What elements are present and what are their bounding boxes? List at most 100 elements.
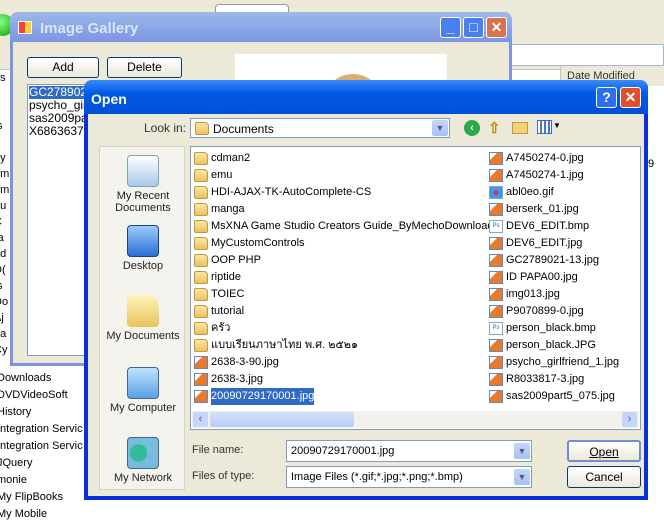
file-list[interactable]: cdman2 emu HDI-AJAX-TK-AutoComplete-CS mang… [190,146,641,430]
look-in-dropdown[interactable]: Documents ▼ [190,118,450,138]
file-item[interactable]: abl0eo.gif [489,184,619,201]
delete-button[interactable]: Delete [107,57,182,78]
image-file-icon [489,169,503,182]
maximize-button[interactable]: □ [463,17,484,38]
image-file-icon [489,373,503,386]
file-item[interactable]: R8033817-3.jpg [489,371,619,388]
desktop-icon [127,225,159,257]
file-item-label: DEV6_EDIT.bmp [506,220,590,232]
place-my-documents[interactable]: My Documents [100,295,186,342]
file-item[interactable]: img013.jpg [489,286,619,303]
horizontal-scrollbar[interactable]: ‹ › [192,411,639,428]
view-menu-chevron-icon[interactable]: ▼ [553,121,561,130]
place-label: My Documents [106,330,180,342]
background-text: 9 [648,158,655,170]
image-file-icon [489,254,503,267]
chevron-down-icon[interactable]: ▼ [514,469,530,485]
file-item[interactable]: tutorial [194,303,493,320]
file-item[interactable]: 2638-3-90.jpg [194,354,493,371]
file-item-label: R8033817-3.jpg [506,373,585,385]
close-button[interactable]: ✕ [620,87,641,108]
app-icon [18,21,32,34]
up-folder-icon[interactable]: ⇧ [488,119,501,137]
place-label: My Computer [109,402,177,414]
file-item[interactable]: A7450274-1.jpg [489,167,619,184]
file-item[interactable]: ID PAPA00.jpg [489,269,619,286]
back-icon[interactable]: ‹ [464,120,480,136]
scroll-right-button[interactable]: › [622,412,637,427]
file-item[interactable]: HDI-AJAX-TK-AutoComplete-CS [194,184,493,201]
image-file-icon [489,288,503,301]
file-item[interactable]: emu [194,167,493,184]
file-item[interactable]: 20090729170001.jpg [194,388,493,405]
my-computer-icon [127,367,159,399]
file-name-label: File name: [192,444,244,456]
background-list-item[interactable]: My Mobile [0,506,147,523]
file-item[interactable]: manga [194,201,493,218]
minimize-button[interactable]: _ [440,17,461,38]
file-item[interactable]: A7450274-0.jpg [489,150,619,167]
file-item[interactable]: 2638-3.jpg [194,371,493,388]
file-item[interactable]: TOIEC [194,286,493,303]
my-network-icon [127,437,159,469]
file-item[interactable]: psycho_girlfriend_1.jpg [489,354,619,371]
file-item[interactable]: DEV6_EDIT.jpg [489,235,619,252]
file-item-label: abl0eo.gif [506,186,554,198]
place-my-computer[interactable]: My Computer [100,367,186,414]
file-item-label: OOP PHP [211,254,261,266]
file-item[interactable]: MsXNA Game Studio Creators Guide_ByMecho… [194,218,493,235]
file-item-label: ครัว [211,322,231,334]
bmp-file-icon: Ps [489,322,503,335]
gallery-title: Image Gallery [40,20,139,37]
image-file-icon [489,305,503,318]
place-my-recent-documents[interactable]: My Recent Documents [100,155,186,214]
folder-icon [194,305,208,318]
folder-icon [194,254,208,267]
file-item[interactable]: sas2009part5_075.jpg [489,388,619,405]
file-name-input[interactable]: 20090729170001.jpg ▼ [286,440,532,462]
file-item[interactable]: berserk_01.jpg [489,201,619,218]
file-item[interactable]: OOP PHP [194,252,493,269]
place-desktop[interactable]: Desktop [100,225,186,272]
file-item[interactable]: GC2789021-13.jpg [489,252,619,269]
file-item[interactable]: MyCustomControls [194,235,493,252]
folder-icon [194,152,208,165]
look-in-label: Look in: [143,121,186,135]
cancel-button[interactable]: Cancel [567,466,641,488]
close-button[interactable]: ✕ [486,17,507,38]
file-type-dropdown[interactable]: Image Files (*.gif;*.jpg;*.png;*.bmp) ▼ [286,466,532,488]
file-item[interactable]: P9070899-0.jpg [489,303,619,320]
file-item[interactable]: cdman2 [194,150,493,167]
image-file-icon [489,356,503,369]
file-item-label: person_black.bmp [506,322,596,334]
file-item[interactable]: riptide [194,269,493,286]
place-label: Desktop [122,260,164,272]
scroll-left-button[interactable]: ‹ [193,412,208,427]
file-item-label: riptide [211,271,241,283]
open-button[interactable]: Open [567,440,641,462]
new-folder-icon[interactable] [512,122,528,134]
folder-icon [194,186,208,199]
image-file-icon [194,390,208,403]
folder-icon [194,339,208,352]
file-item-label: 20090729170001.jpg [211,388,315,405]
my-documents-icon [127,295,159,327]
file-item-label: MyCustomControls [211,237,305,249]
help-button[interactable]: ? [596,87,617,108]
file-item[interactable]: Ps DEV6_EDIT.bmp [489,218,619,235]
add-button[interactable]: Add [27,57,99,78]
scroll-thumb[interactable] [210,412,354,427]
file-item[interactable]: แบบเรียนภาษาไทย พ.ศ. ๒๕๒๑ [194,337,493,354]
file-item[interactable]: ครัว [194,320,493,337]
file-item-label: cdman2 [211,152,251,164]
open-dialog: Open ? ✕ Look in: Documents ▼ ‹ ⇧ ▼ My R… [84,80,648,500]
chevron-down-icon[interactable]: ▼ [514,443,530,459]
open-dialog-title: Open [91,91,127,107]
file-item[interactable]: Ps person_black.bmp [489,320,619,337]
view-menu-icon[interactable] [537,120,552,134]
chevron-down-icon[interactable]: ▼ [432,120,448,136]
recent-documents-icon [127,155,159,187]
file-item[interactable]: person_black.JPG [489,337,619,354]
folder-icon [194,203,208,216]
place-my-network[interactable]: My Network [100,437,186,484]
